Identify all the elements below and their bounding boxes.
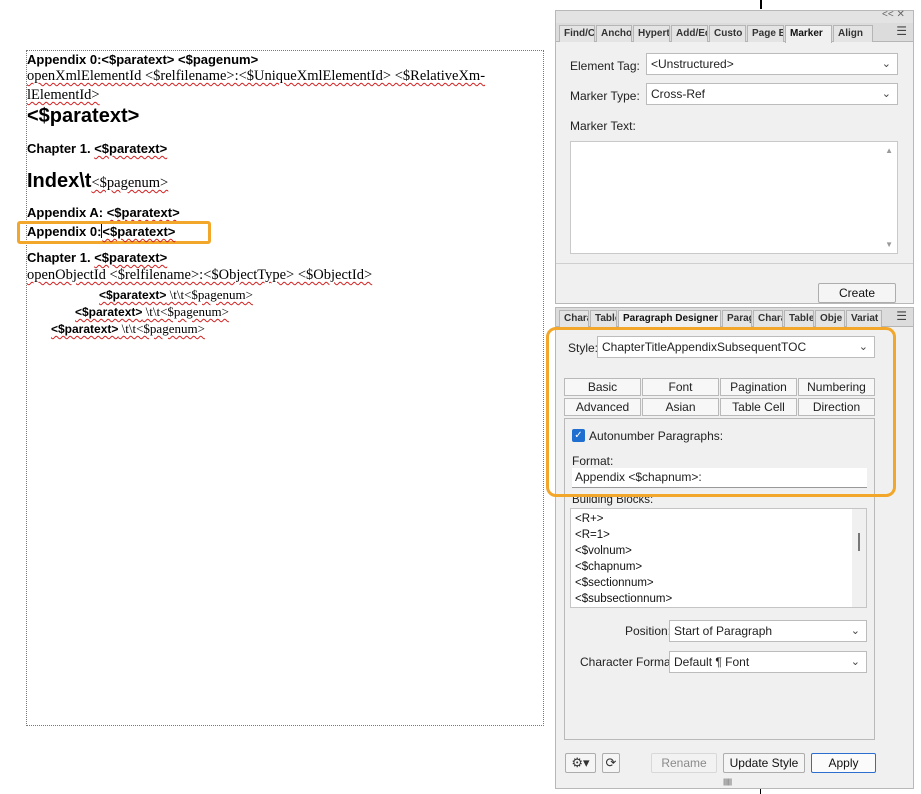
doc-line-12[interactable]: <$paratext> \t\t<$pagenum>: [75, 304, 229, 320]
tab-align[interactable]: Align: [833, 25, 873, 42]
tab-object[interactable]: Obje: [815, 310, 845, 327]
tab-page-break[interactable]: Page B: [747, 25, 784, 42]
resize-grip-icon[interactable]: ||||||||||: [723, 779, 732, 786]
list-item[interactable]: <$chapnum>: [575, 561, 642, 573]
doc-text: <$paratext>: [75, 305, 143, 319]
doc-line-10[interactable]: openObjectId <$relfilename>:<$ObjectType…: [27, 267, 372, 284]
window-edge-line: [760, 0, 762, 9]
scroll-thumb[interactable]: [858, 533, 860, 551]
doc-text: <$paratext>: [51, 322, 119, 336]
doc-line-9[interactable]: Chapter 1. <$paratext>: [27, 250, 167, 265]
doc-text: Chapter 1.: [27, 250, 95, 265]
create-button[interactable]: Create: [818, 283, 896, 303]
position-select[interactable]: Start of Paragraph ⌄: [669, 620, 867, 642]
doc-text: Index\t: [27, 170, 92, 192]
doc-text: <$pagenum>: [91, 175, 169, 191]
doc-text: Appendix 0:<$paratext> <$pagenum>: [27, 52, 259, 67]
rename-button[interactable]: Rename: [651, 753, 717, 773]
marker-panel: << ✕ Find/C Ancho Hypert Add/Ec Custo Pa…: [555, 9, 914, 304]
scroll-up-icon[interactable]: ▲: [885, 146, 893, 155]
doc-text: Appendix A:: [27, 205, 107, 220]
chevron-down-icon: ⌄: [881, 58, 891, 70]
list-item[interactable]: <R=1>: [575, 529, 610, 541]
gear-icon[interactable]: ⚙▾: [565, 753, 596, 773]
tab-anchored[interactable]: Ancho: [596, 25, 632, 42]
doc-text: Chapter 1.: [27, 141, 95, 156]
tab-custom[interactable]: Custo: [709, 25, 746, 42]
doc-line-2[interactable]: openXmlElementId <$relfilename>:<$Unique…: [27, 68, 485, 85]
select-value: <Unstructured>: [651, 57, 734, 71]
element-tag-select[interactable]: <Unstructured> ⌄: [646, 53, 898, 75]
list-item[interactable]: <$sectionnum>: [575, 577, 654, 589]
doc-text: \t\t<$pagenum>: [166, 287, 253, 302]
collapse-close-icon[interactable]: << ✕: [882, 9, 905, 20]
doc-text: \t\t<$pagenum>: [118, 321, 205, 336]
doc-text: <$paratext>: [99, 288, 167, 302]
doc-line-11[interactable]: <$paratext> \t\t<$pagenum>: [99, 287, 253, 303]
marker-text-label: Marker Text:: [570, 119, 636, 133]
tab-table[interactable]: Table: [590, 310, 617, 327]
doc-text: <$paratext>: [106, 205, 180, 220]
doc-text: Appendix 0:: [27, 224, 102, 239]
tab-character-2[interactable]: Chara: [753, 310, 783, 327]
doc-line-13[interactable]: <$paratext> \t\t<$pagenum>: [51, 321, 205, 337]
element-tag-label: Element Tag:: [570, 59, 640, 73]
doc-line-8[interactable]: Appendix 0:<$paratext>: [27, 224, 175, 239]
doc-line-1[interactable]: Appendix 0:<$paratext> <$pagenum>: [27, 52, 258, 67]
chevron-down-icon: ⌄: [881, 88, 891, 100]
doc-text: \t\t<$pagenum>: [142, 304, 229, 319]
marker-type-select[interactable]: Cross-Ref ⌄: [646, 83, 898, 105]
tab-paragraph[interactable]: Parag: [722, 310, 752, 327]
tab-table-2[interactable]: Table: [784, 310, 814, 327]
doc-text: <$paratext>: [94, 141, 168, 156]
marker-text-area[interactable]: ▲ ▼: [570, 141, 898, 254]
panel-menu-icon[interactable]: ☰: [896, 24, 907, 38]
panel-menu-icon[interactable]: ☰: [896, 309, 907, 323]
marker-tab-row: Find/C Ancho Hypert Add/Ec Custo Page B …: [556, 23, 913, 43]
apply-button[interactable]: Apply: [811, 753, 876, 773]
select-value: Start of Paragraph: [674, 624, 773, 638]
doc-text: <$paratext>: [102, 224, 176, 239]
tab-variable[interactable]: Variat: [846, 310, 882, 327]
select-value: Default ¶ Font: [674, 655, 750, 669]
position-label: Position:: [625, 624, 672, 638]
tab-character[interactable]: Chara: [559, 310, 589, 327]
chevron-down-icon: ⌄: [850, 625, 860, 637]
doc-text: <$paratext>: [94, 250, 168, 265]
building-blocks-list[interactable]: <R+> <R=1> <$volnum> <$chapnum> <$sectio…: [570, 508, 867, 608]
doc-line-3[interactable]: lElementId>: [27, 87, 100, 104]
chevron-down-icon: ⌄: [850, 656, 860, 668]
select-value: Cross-Ref: [651, 87, 706, 101]
list-item[interactable]: <$subsectionnum>: [575, 593, 672, 605]
char-format-label: Character Format:: [580, 655, 678, 669]
divider: [556, 263, 913, 264]
char-format-select[interactable]: Default ¶ Font ⌄: [669, 651, 867, 673]
para-tab-row: Chara Table Paragraph Designer Parag Cha…: [556, 308, 913, 328]
doc-line-6[interactable]: Index\t<$pagenum>: [27, 170, 168, 193]
tab-find-change[interactable]: Find/C: [559, 25, 595, 42]
doc-line-7[interactable]: Appendix A: <$paratext>: [27, 205, 180, 220]
scroll-down-icon[interactable]: ▼: [885, 240, 893, 249]
refresh-icon[interactable]: ⟳: [602, 753, 620, 773]
doc-line-5[interactable]: Chapter 1. <$paratext>: [27, 141, 167, 156]
tab-marker[interactable]: Marker: [785, 25, 832, 43]
highlight-box-panel: [546, 327, 896, 497]
tab-hypertext[interactable]: Hypert: [633, 25, 670, 42]
doc-line-4[interactable]: <$paratext>: [27, 105, 139, 128]
tab-paragraph-designer[interactable]: Paragraph Designer: [618, 310, 721, 328]
panel-caption: << ✕: [556, 9, 913, 23]
list-item[interactable]: <R+>: [575, 513, 603, 525]
marker-type-label: Marker Type:: [570, 89, 640, 103]
list-item[interactable]: <$volnum>: [575, 545, 632, 557]
list-scrollbar[interactable]: [852, 509, 866, 607]
update-style-button[interactable]: Update Style: [723, 753, 805, 773]
tab-add-edit[interactable]: Add/Ec: [671, 25, 708, 42]
